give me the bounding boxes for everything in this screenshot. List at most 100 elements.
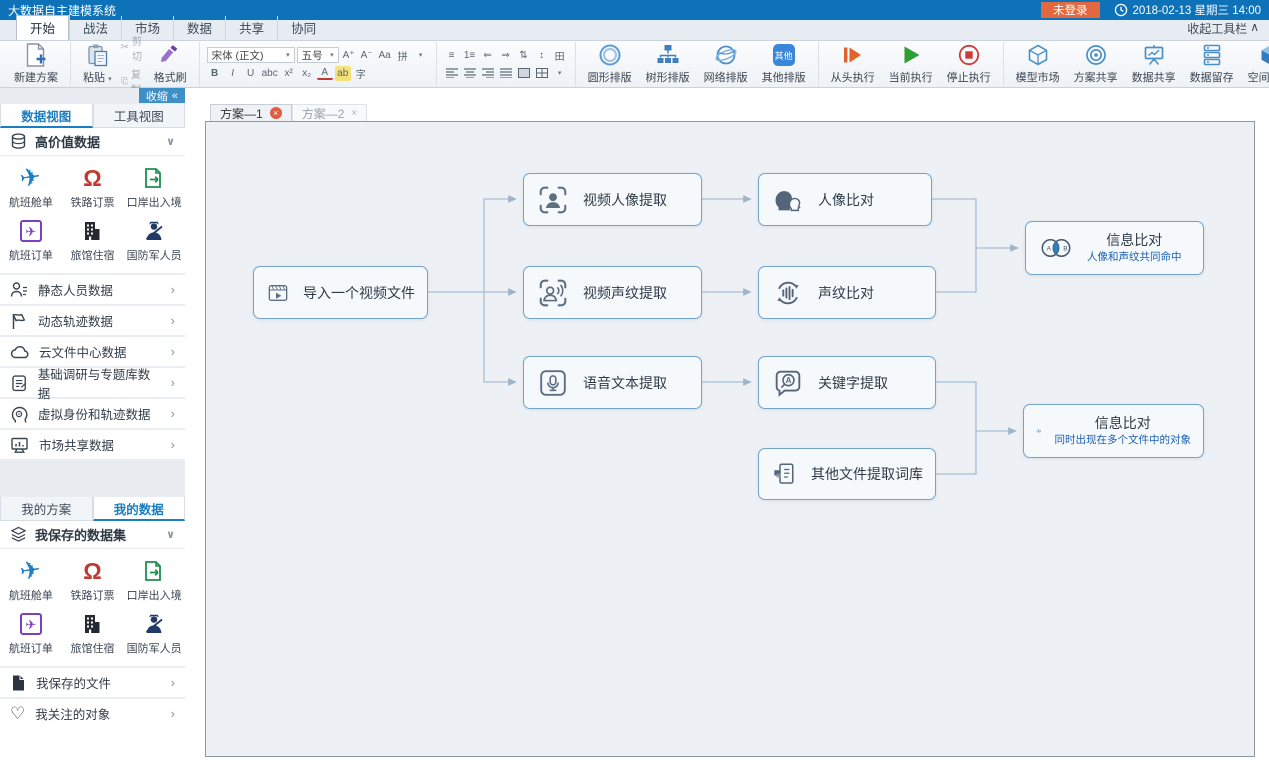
flow-canvas[interactable]: 导入一个视频文件 视频人像提取 xyxy=(205,121,1255,757)
node-voiceprint-compare[interactable]: 声纹比对 xyxy=(758,266,936,319)
ribbon-tab-tactics[interactable]: 战法 xyxy=(69,16,121,40)
sidebar-collapse-button[interactable]: 收缩 « xyxy=(139,88,185,103)
italic-button[interactable]: I xyxy=(225,66,241,81)
line-spacing-button[interactable]: ↕ xyxy=(534,48,550,63)
run-current-button[interactable]: 当前执行 xyxy=(884,42,938,86)
dataset-flight-manifest[interactable]: ✈ 航班舱单 xyxy=(0,553,62,606)
tab-tool-view[interactable]: 工具视图 xyxy=(93,104,186,128)
category-market-shared-data[interactable]: 市场共享数据 › xyxy=(0,430,185,459)
node-speech-text-extract[interactable]: 语音文本提取 xyxy=(523,356,702,409)
node-video-face-extract[interactable]: 视频人像提取 xyxy=(523,173,702,226)
sort-button[interactable]: ⇅ xyxy=(516,48,532,63)
change-case-button[interactable]: Aa xyxy=(377,48,393,63)
numbering-button[interactable]: 1≡ xyxy=(462,48,478,63)
dataset-border-entry-exit[interactable]: 口岸出入境 xyxy=(123,553,185,606)
data-retention-button[interactable]: 数据留存 xyxy=(1185,42,1239,86)
subscript-button[interactable]: x₂ xyxy=(299,66,315,81)
video-file-icon xyxy=(266,276,290,310)
format-painter-button[interactable]: 格式刷 xyxy=(149,42,192,86)
shrink-font-button[interactable]: A⁻ xyxy=(359,48,375,63)
grow-font-button[interactable]: A⁺ xyxy=(341,48,357,63)
node-info-compare-top[interactable]: A B 信息比对 人像和声纹共同命中 xyxy=(1025,221,1204,275)
layout-tree-button[interactable]: 树形排版 xyxy=(641,42,695,86)
cut-button[interactable]: ✂ 剪切 xyxy=(121,33,145,63)
superscript-button[interactable]: x² xyxy=(281,66,297,81)
tab-my-data[interactable]: 我的数据 xyxy=(93,497,186,521)
section-saved-datasets[interactable]: 我保存的数据集 ∨ xyxy=(0,521,185,549)
my-saved-files[interactable]: 我保存的文件 › xyxy=(0,668,185,697)
model-market-button[interactable]: 模型市场 xyxy=(1011,42,1065,86)
dataset-flight-manifest[interactable]: ✈ 航班舱单 xyxy=(0,160,62,213)
shading-icon xyxy=(518,68,530,78)
ribbon-tab-share[interactable]: 共享 xyxy=(225,16,277,40)
dataset-flight-order[interactable]: ✈ 航班订单 xyxy=(0,606,62,659)
dataset-flight-order[interactable]: ✈ 航班订单 xyxy=(0,213,62,266)
ribbon-tab-start[interactable]: 开始 xyxy=(16,15,69,40)
ribbon-tab-data[interactable]: 数据 xyxy=(173,16,225,40)
run-from-start-button[interactable]: 从头执行 xyxy=(826,42,880,86)
table-button[interactable]: 田 xyxy=(552,48,568,63)
paste-button[interactable]: 粘贴 ▾ xyxy=(78,42,117,86)
plan-share-button[interactable]: 方案共享 xyxy=(1069,42,1123,86)
data-share-button[interactable]: 数据共享 xyxy=(1127,42,1181,86)
indent-button[interactable]: ⇒ xyxy=(498,48,514,63)
tab-my-plans[interactable]: 我的方案 xyxy=(0,497,93,521)
my-followed-objects[interactable]: ♡ 我关注的对象 › xyxy=(0,699,185,728)
align-justify-button[interactable] xyxy=(498,66,514,81)
node-other-files-lexicon[interactable]: 其他文件提取词库 xyxy=(758,448,936,500)
section-high-value-data[interactable]: 高价值数据 ∨ xyxy=(0,128,185,156)
space-management-button[interactable]: 空间管理 xyxy=(1243,42,1269,86)
layout-circle-button[interactable]: 圆形排版 xyxy=(583,42,637,86)
soldier-icon xyxy=(142,219,166,243)
layout-network-button[interactable]: 网络排版 xyxy=(699,42,753,86)
dropdown-arrow-icon[interactable]: ▾ xyxy=(413,48,429,63)
align-left-button[interactable] xyxy=(444,66,460,81)
dataset-military-personnel[interactable]: 国防军人员 xyxy=(123,213,185,266)
node-video-voiceprint-extract[interactable]: 视频声纹提取 xyxy=(523,266,702,319)
node-import-video[interactable]: 导入一个视频文件 xyxy=(253,266,428,319)
char-border-button[interactable]: 字 xyxy=(353,66,369,81)
dataset-rail-ticket[interactable]: Ω 铁路订票 xyxy=(62,160,124,213)
category-static-personnel[interactable]: 静态人员数据 › xyxy=(0,275,185,304)
dataset-border-entry-exit[interactable]: 口岸出入境 xyxy=(123,160,185,213)
dataset-hotel-stay[interactable]: 旅馆住宿 xyxy=(62,213,124,266)
login-status-badge[interactable]: 未登录 xyxy=(1041,2,1100,18)
phonetic-guide-button[interactable]: 拼 xyxy=(395,48,411,63)
category-dynamic-trajectory[interactable]: 动态轨迹数据 › xyxy=(0,306,185,335)
close-tab-icon[interactable]: × xyxy=(270,107,282,119)
outdent-button[interactable]: ⇐ xyxy=(480,48,496,63)
sidebar-my-tabs: 我的方案 我的数据 xyxy=(0,497,185,521)
close-tab-icon[interactable]: × xyxy=(351,108,357,119)
borders-button[interactable] xyxy=(534,66,550,81)
dataset-military-personnel[interactable]: 国防军人员 xyxy=(123,606,185,659)
strikethrough-button[interactable]: abc xyxy=(261,66,279,81)
underline-button[interactable]: U xyxy=(243,66,259,81)
run-stop-button[interactable]: 停止执行 xyxy=(942,42,996,86)
node-face-compare[interactable]: 人像比对 xyxy=(758,173,932,226)
category-virtual-identity[interactable]: 虚拟身份和轨迹数据 › xyxy=(0,399,185,428)
align-right-button[interactable] xyxy=(480,66,496,81)
shading-button[interactable] xyxy=(516,66,532,81)
new-plan-button[interactable]: 新建方案 xyxy=(9,42,63,86)
node-info-compare-bottom[interactable]: A B 信息比对 同时出现在多个文件中的对象 xyxy=(1023,404,1204,458)
layout-other-button[interactable]: 其他 其他排版 xyxy=(757,42,811,86)
plan-tab-2[interactable]: 方案—2 × xyxy=(292,104,368,121)
dataset-rail-ticket[interactable]: Ω 铁路订票 xyxy=(62,553,124,606)
dropdown-arrow-icon[interactable]: ▾ xyxy=(552,66,568,81)
tab-data-view[interactable]: 数据视图 xyxy=(0,104,93,128)
align-center-button[interactable] xyxy=(462,66,478,81)
node-keyword-extract[interactable]: A 关键字提取 xyxy=(758,356,936,409)
font-name-select[interactable]: 宋体 (正文) ▾ xyxy=(207,47,295,63)
bold-button[interactable]: B xyxy=(207,66,223,81)
font-color-button[interactable]: A xyxy=(317,67,333,80)
category-basic-research[interactable]: 基础调研与专题库数据 › xyxy=(0,368,185,397)
font-size-select[interactable]: 五号 ▾ xyxy=(297,47,339,63)
plan-tab-1[interactable]: 方案—1 × xyxy=(210,104,292,121)
category-cloud-file-center[interactable]: 云文件中心数据 › xyxy=(0,337,185,366)
chevron-right-icon: › xyxy=(171,406,175,421)
ribbon-tab-collab[interactable]: 协同 xyxy=(277,16,329,40)
collapse-toolbar-button[interactable]: 收起工具栏 ∧ xyxy=(1187,20,1259,40)
highlight-button[interactable]: ab xyxy=(335,66,351,81)
dataset-hotel-stay[interactable]: 旅馆住宿 xyxy=(62,606,124,659)
bullets-button[interactable]: ≡ xyxy=(444,48,460,63)
